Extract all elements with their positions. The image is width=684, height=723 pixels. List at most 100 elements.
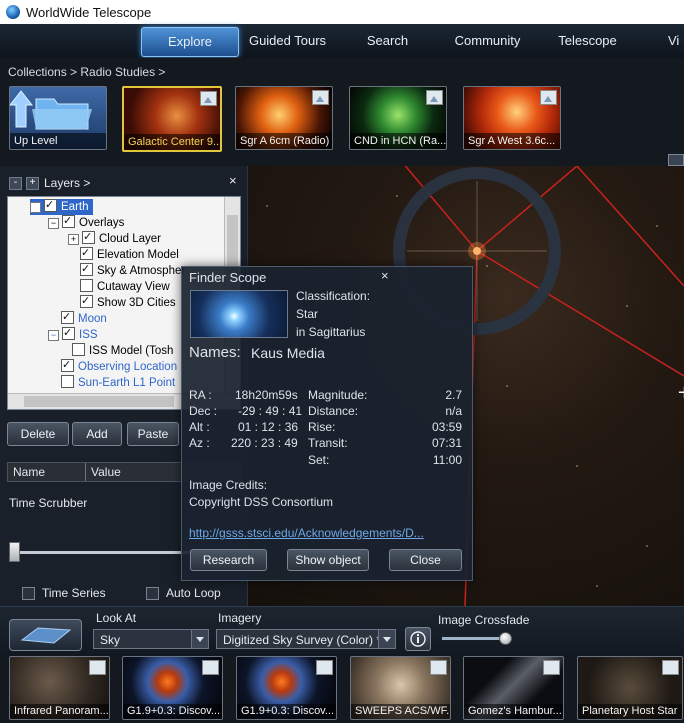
collapse-button[interactable]: - xyxy=(9,177,22,190)
time-series-label: Time Series xyxy=(42,586,106,600)
window-title: WorldWide Telescope xyxy=(26,5,152,20)
collection-label: Sgr A West 3.6c... xyxy=(464,133,560,149)
context-item-label: Planetary Host Star xyxy=(578,704,682,719)
context-item-planetary-host-star[interactable]: Planetary Host Star xyxy=(577,656,683,720)
context-item-g19-b[interactable]: G1.9+0.3: Discov... xyxy=(236,656,337,720)
collection-item-sgr-a-west[interactable]: Sgr A West 3.6c... xyxy=(463,86,561,150)
context-item-infrared-panorama[interactable]: Infrared Panoram... xyxy=(9,656,110,720)
context-item-label: SWEEPS ACS/WF... xyxy=(351,704,450,719)
look-at-dropdown[interactable]: Sky xyxy=(93,629,209,649)
collection-item-galactic-center[interactable]: Galactic Center 9... xyxy=(122,86,222,152)
grid-header-name: Name xyxy=(8,463,86,481)
tab-community[interactable]: Community xyxy=(440,27,535,55)
tree-item-earth[interactable]: −Earth xyxy=(30,197,93,215)
title-bar: WorldWide Telescope xyxy=(0,0,684,24)
layers-title[interactable]: Layers > xyxy=(44,176,90,190)
layers-close-icon[interactable]: × xyxy=(229,173,237,188)
finder-close-icon[interactable]: × xyxy=(381,268,389,283)
context-item-label: Gomez's Hambur... xyxy=(464,704,563,719)
research-button[interactable]: Research xyxy=(190,549,267,571)
image-type-icon xyxy=(200,91,217,106)
names-value: Kaus Media xyxy=(251,345,325,361)
collection-item-up-level[interactable]: Up Level xyxy=(9,86,107,150)
imagery-label: Imagery xyxy=(218,611,262,625)
az-label: Az : xyxy=(189,436,210,450)
tree-item-sky-atmosphere[interactable]: Sky & Atmospher xyxy=(80,261,185,279)
set-label: Set: xyxy=(308,453,330,467)
auto-loop-checkbox[interactable] xyxy=(146,587,159,600)
distance-label: Distance: xyxy=(308,404,359,418)
magnitude-label: Magnitude: xyxy=(308,388,368,402)
image-type-icon xyxy=(430,660,447,675)
alt-label: Alt : xyxy=(189,420,210,434)
view-mode-button[interactable] xyxy=(9,619,82,651)
look-at-label: Look At xyxy=(96,611,137,625)
collections-expand-button[interactable] xyxy=(668,154,684,166)
up-level-folder-icon xyxy=(10,90,92,130)
tree-item-cutaway-view[interactable]: Cutaway View xyxy=(80,279,170,295)
collection-label: Galactic Center 9... xyxy=(124,134,220,150)
info-icon xyxy=(410,631,426,647)
time-series-checkbox[interactable] xyxy=(22,587,35,600)
tree-item-sun-earth-l1[interactable]: Sun-Earth L1 Point xyxy=(61,375,175,391)
layers-header: - + Layers > × xyxy=(0,166,247,194)
sky-view-icon xyxy=(20,627,72,644)
az-value: 220 : 23 : 49 xyxy=(231,436,298,450)
ra-label: RA : xyxy=(189,388,212,402)
add-button[interactable]: Add xyxy=(72,422,122,446)
context-item-gomez-hamburger[interactable]: Gomez's Hambur... xyxy=(463,656,564,720)
close-button[interactable]: Close xyxy=(389,549,462,571)
context-item-sweeps[interactable]: SWEEPS ACS/WF... xyxy=(350,656,451,720)
context-item-label: Infrared Panoram... xyxy=(10,704,109,719)
tab-view[interactable]: Vi xyxy=(668,27,684,55)
tab-explore[interactable]: Explore xyxy=(141,27,239,57)
crosshair-icon: + xyxy=(677,382,684,403)
tree-item-show-3d-cities[interactable]: Show 3D Cities xyxy=(80,293,176,311)
context-thumbnails-strip: Infrared Panoram... G1.9+0.3: Discov... … xyxy=(0,656,684,723)
delete-button[interactable]: Delete xyxy=(7,422,69,446)
crossfade-handle[interactable] xyxy=(499,632,512,645)
crossfade-label: Image Crossfade xyxy=(438,613,530,627)
chevron-down-icon xyxy=(378,630,395,648)
names-label: Names: xyxy=(189,344,241,361)
paste-button[interactable]: Paste xyxy=(127,422,179,446)
look-at-value: Sky xyxy=(100,633,121,647)
image-type-icon xyxy=(662,660,679,675)
collection-item-cnd-hcn[interactable]: CND in HCN (Ra... xyxy=(349,86,447,150)
image-type-icon xyxy=(202,660,219,675)
collections-strip: Collections > Radio Studies > Up Level G… xyxy=(0,58,684,166)
image-type-icon xyxy=(312,90,329,105)
classification-label: Classification: xyxy=(296,289,371,303)
credits-link[interactable]: http://gsss.stsci.edu/Acknowledgements/D… xyxy=(189,526,424,540)
dec-value: -29 : 49 : 41 xyxy=(238,404,303,418)
finder-title: Finder Scope xyxy=(189,270,267,285)
time-scrubber-handle[interactable] xyxy=(9,542,20,562)
auto-loop-label: Auto Loop xyxy=(166,586,221,600)
context-item-g19-a[interactable]: G1.9+0.3: Discov... xyxy=(122,656,223,720)
distance-value: n/a xyxy=(445,404,462,418)
image-type-icon xyxy=(89,660,106,675)
image-type-icon xyxy=(543,660,560,675)
tab-telescope[interactable]: Telescope xyxy=(540,27,635,55)
show-object-button[interactable]: Show object xyxy=(287,549,369,571)
time-scrubber-label: Time Scrubber xyxy=(9,496,88,510)
imagery-dropdown[interactable]: Digitized Sky Survey (Color) * xyxy=(216,629,396,649)
tree-item-elevation-model[interactable]: Elevation Model xyxy=(80,245,179,263)
main-nav: Explore Guided Tours Search Community Te… xyxy=(0,24,684,59)
tree-item-iss[interactable]: −ISS xyxy=(48,325,98,343)
breadcrumb[interactable]: Collections > Radio Studies > xyxy=(8,65,165,79)
rise-label: Rise: xyxy=(308,420,336,434)
image-type-icon xyxy=(316,660,333,675)
collection-item-sgr-a-6cm[interactable]: Sgr A 6cm (Radio) xyxy=(235,86,333,150)
finder-scope-panel: Finder Scope × Classification: Star in S… xyxy=(181,266,473,581)
tree-item-observing-location[interactable]: Observing Location xyxy=(61,357,177,375)
imagery-value: Digitized Sky Survey (Color) * xyxy=(223,633,382,647)
expand-button[interactable]: + xyxy=(26,177,39,190)
credits-label: Image Credits: xyxy=(189,478,268,492)
tab-search[interactable]: Search xyxy=(340,27,435,55)
info-button[interactable] xyxy=(405,627,431,651)
tab-guided-tours[interactable]: Guided Tours xyxy=(240,27,335,55)
classification-value: Star xyxy=(296,307,319,321)
tree-item-iss-model[interactable]: ISS Model (Tosh xyxy=(72,343,173,359)
constellation-line xyxy=(576,166,684,287)
